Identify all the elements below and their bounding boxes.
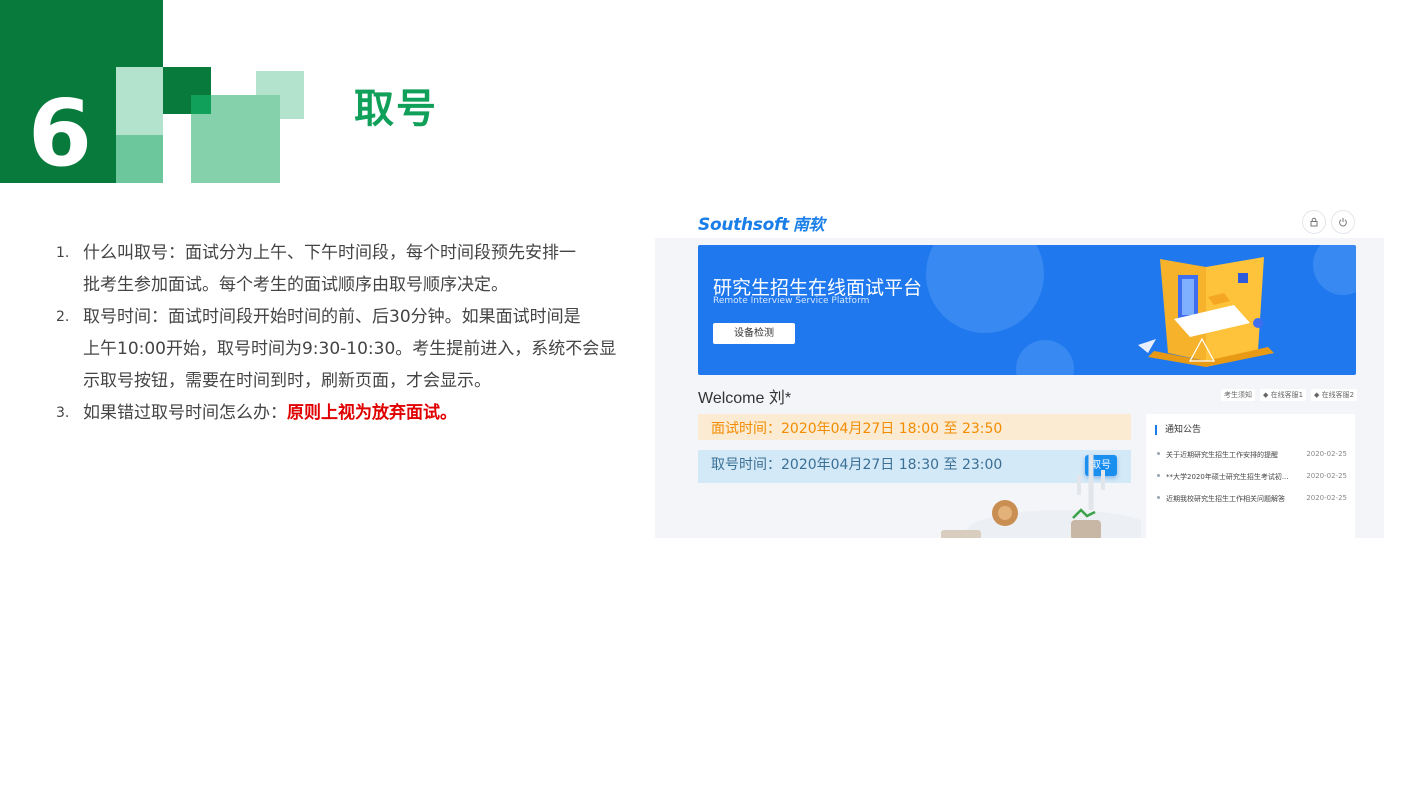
banner-decoration	[1313, 245, 1356, 295]
bell-icon: ◆	[1314, 391, 1322, 399]
deco-square	[116, 67, 163, 135]
logo-text: Southsoft	[698, 215, 789, 235]
notice-date: 2020-02-25	[1306, 494, 1347, 502]
bullet-icon	[1157, 452, 1160, 455]
list-text-line: 上午10:00开始，取号时间为9:30-10:30。考生提前进入，系统不会显	[83, 339, 617, 359]
southsoft-logo: Southsoft 南软	[698, 211, 825, 235]
deco-square	[116, 135, 163, 183]
bullet-icon	[1157, 496, 1160, 499]
banner-subtitle: Remote Interview Service Platform	[713, 296, 870, 306]
list-text-line: 什么叫取号：面试分为上午、下午时间段，每个时间段预先安排一	[83, 243, 576, 263]
logo-text-cn: 南软	[792, 215, 825, 234]
lock-icon[interactable]	[1302, 210, 1326, 234]
notice-date: 2020-02-25	[1306, 450, 1347, 458]
deco-square	[191, 95, 211, 114]
list-number: 3.	[56, 405, 70, 421]
list-text-line: 如果错过取号时间怎么办：原则上视为放弃面试。	[83, 397, 626, 429]
list-item: 1. 什么叫取号：面试分为上午、下午时间段，每个时间段预先安排一 批考生参加面试…	[56, 237, 626, 301]
notice-text: 关于近期研究生招生工作安排的提醒	[1166, 451, 1278, 459]
list-text-line: 示取号按钮，需要在时间到时，刷新页面，才会显示。	[83, 371, 491, 391]
notice-date: 2020-02-25	[1306, 472, 1347, 480]
instruction-list: 1. 什么叫取号：面试分为上午、下午时间段，每个时间段预先安排一 批考生参加面试…	[56, 237, 626, 429]
list-number: 1.	[56, 245, 70, 261]
power-icon[interactable]	[1331, 210, 1355, 234]
notice-text: **大学2020年硕士研究生招生考试初...	[1166, 473, 1289, 481]
list-text-prefix: 如果错过取号时间怎么办：	[83, 403, 287, 423]
section-title: 取号	[354, 86, 438, 132]
link-online-service-2[interactable]: ◆ 在线客服2	[1311, 389, 1358, 401]
banner-decoration	[1016, 340, 1074, 375]
deco-square	[256, 95, 280, 119]
list-text-emphasis: 原则上视为放弃面试。	[287, 403, 457, 423]
link-exam-notice[interactable]: 考生须知	[1221, 389, 1255, 401]
welcome-text: Welcome 刘*	[698, 390, 792, 407]
notice-title: 通知公告	[1155, 425, 1201, 435]
platform-screenshot: Southsoft 南软 研究生招生在线面试平台 Remote Interview…	[655, 200, 1384, 538]
interview-time-text: 面试时间：2020年04月27日 18:00 至 23:50	[711, 421, 1003, 437]
banner-decoration	[926, 245, 1044, 333]
link-label: 在线客服2	[1321, 391, 1355, 399]
list-text-line: 批考生参加面试。每个考生的面试顺序由取号顺序决定。	[83, 275, 508, 295]
link-label: 在线客服1	[1270, 391, 1304, 399]
section-number: 6	[28, 80, 93, 187]
link-online-service-1[interactable]: ◆ 在线客服1	[1260, 389, 1307, 401]
device-check-button[interactable]: 设备检测	[713, 323, 795, 344]
list-text-line: 取号时间：面试时间段开始时间的前、后30分钟。如果面试时间是	[83, 307, 581, 327]
list-item: 3. 如果错过取号时间怎么办：原则上视为放弃面试。	[56, 397, 626, 429]
list-item: 2. 取号时间：面试时间段开始时间的前、后30分钟。如果面试时间是 上午10:0…	[56, 301, 626, 397]
hero-banner: 研究生招生在线面试平台 Remote Interview Service Pla…	[698, 245, 1356, 375]
notice-text: 近期我校研究生招生工作相关问题解答	[1166, 495, 1285, 503]
list-number: 2.	[56, 309, 70, 325]
bell-icon: ◆	[1263, 391, 1271, 399]
top-bar: Southsoft 南软	[655, 200, 1384, 238]
book-illustration	[1138, 257, 1274, 367]
bullet-icon	[1157, 474, 1160, 477]
interview-time-bar: 面试时间：2020年04月27日 18:00 至 23:50	[698, 414, 1131, 440]
desert-illustration	[941, 455, 1141, 538]
notice-panel: 通知公告 关于近期研究生招生工作安排的提醒 2020-02-25 **大学202…	[1146, 414, 1355, 538]
